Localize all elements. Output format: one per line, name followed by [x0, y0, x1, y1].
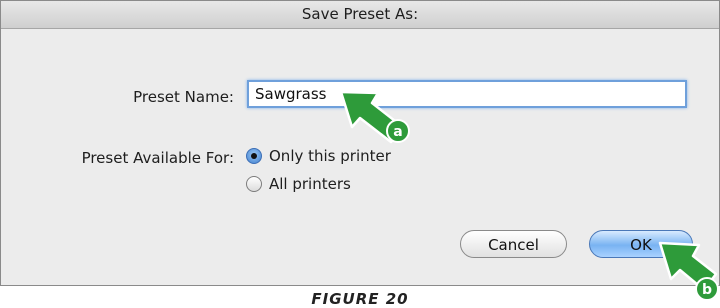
callout-badge-a: a — [386, 119, 410, 143]
figure-caption: FIGURE 20 — [311, 290, 409, 308]
callout-overlay: a b — [339, 90, 719, 301]
callout-letter-a: a — [393, 124, 402, 140]
